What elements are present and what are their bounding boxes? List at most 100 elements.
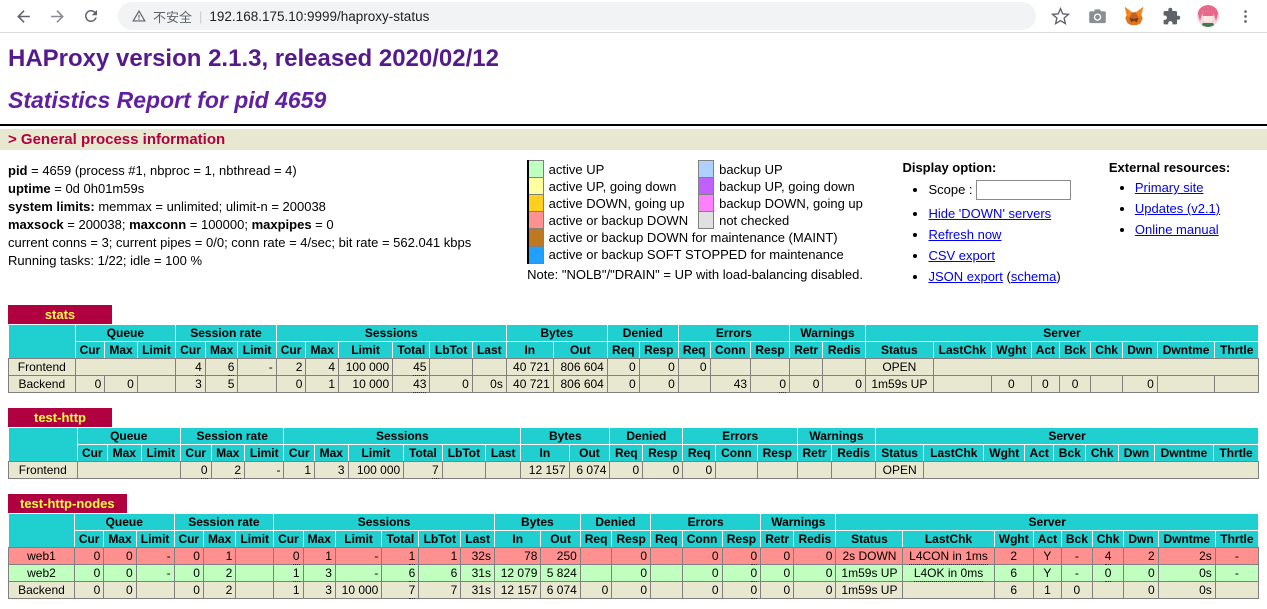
process-info-line: Running tasks: 1/22; idle = 100 %	[8, 252, 527, 270]
table-cell: 4	[306, 359, 339, 376]
table-cell: 0	[790, 376, 823, 393]
external-resource-link[interactable]: Primary site	[1135, 180, 1204, 195]
table-cell: 7	[404, 462, 442, 479]
table-cell: 2	[211, 462, 245, 479]
table-cell: 0	[610, 462, 643, 479]
column-header: Chk	[1092, 531, 1124, 548]
column-header: Out	[569, 445, 610, 462]
display-option-link[interactable]: CSV export	[928, 248, 994, 263]
scope-input[interactable]	[976, 180, 1071, 200]
proxy-name-link[interactable]: stats	[8, 305, 112, 324]
screenshot-camera-icon[interactable]	[1085, 4, 1109, 28]
table-cell: -	[335, 565, 381, 582]
column-header: Limit	[141, 445, 180, 462]
legend-label: not checked	[714, 212, 873, 229]
column-group-header: Errors	[651, 514, 761, 531]
table-cell: 1	[274, 565, 303, 582]
table-cell	[790, 359, 823, 376]
table-cell	[472, 359, 506, 376]
table-cell	[710, 359, 750, 376]
table-cell: L4OK in 0ms	[903, 565, 994, 582]
column-group-header: Denied	[610, 428, 683, 445]
table-cell: 2	[203, 582, 235, 599]
table-cell	[77, 462, 180, 479]
column-header: Limit	[137, 342, 175, 359]
table-cell: 0	[1124, 565, 1158, 582]
process-info-line: pid = 4659 (process #1, nbproc = 1, nbth…	[8, 162, 527, 180]
column-header: Dwntme	[1154, 445, 1213, 462]
table-cell: 0	[1031, 376, 1059, 393]
proxy-name-link[interactable]: test-http	[8, 408, 112, 427]
process-info-line: maxsock = 200038; maxconn = 100000; maxp…	[8, 216, 527, 234]
table-cell: 4	[1092, 548, 1124, 565]
table-cell: 6 074	[541, 582, 580, 599]
column-header: Thrtle	[1215, 531, 1258, 548]
not-secure-warning-icon[interactable]	[132, 9, 146, 23]
external-resource-link[interactable]: Online manual	[1135, 222, 1219, 237]
table-cell: 6 074	[569, 462, 610, 479]
column-header: Resp	[612, 531, 651, 548]
table-cell: 4	[176, 359, 206, 376]
extensions-puzzle-icon[interactable]	[1159, 4, 1183, 28]
table-cell: 3	[315, 462, 349, 479]
url-separator: |	[199, 9, 202, 24]
table-cell: 7	[382, 582, 419, 599]
column-header: Limit	[348, 445, 404, 462]
process-info-segment: Running tasks: 1/22; idle = 100 %	[8, 253, 202, 268]
display-option-item: CSV export	[928, 248, 1108, 263]
tooltip-value: 4	[1105, 549, 1112, 565]
haproxy-version-link[interactable]: HAProxy version 2.1.3, released 2020/02/…	[8, 45, 499, 72]
table-cell	[678, 376, 710, 393]
column-header: Max	[203, 531, 235, 548]
display-option-link[interactable]: Hide 'DOWN' servers	[928, 206, 1051, 221]
row-label: web2	[9, 565, 75, 582]
haproxy-stats-page: HAProxy version 2.1.3, released 2020/02/…	[0, 45, 1267, 609]
profile-avatar[interactable]	[1196, 4, 1220, 28]
browser-menu-icon[interactable]	[1233, 4, 1257, 28]
tooltip-value: 0	[751, 583, 758, 599]
tooltip-value: 6	[228, 360, 235, 376]
table-cell: 43	[710, 376, 750, 393]
table-cell: -	[1061, 548, 1092, 565]
display-option-link[interactable]: schema	[1011, 269, 1057, 284]
back-button[interactable]	[8, 2, 38, 30]
table-cell: 250	[541, 548, 580, 565]
table-cell: 0	[722, 582, 761, 599]
table-cell	[236, 548, 274, 565]
proxy-name-link[interactable]: test-http-nodes	[8, 494, 127, 513]
forward-button[interactable]	[42, 2, 72, 30]
reload-icon	[82, 7, 100, 25]
metamask-fox-icon[interactable]	[1122, 4, 1146, 28]
display-option-link[interactable]: Refresh now	[928, 227, 1001, 242]
corner-header	[9, 514, 75, 548]
legend-label: backup DOWN, going up	[714, 195, 873, 212]
tooltip-value: 45	[413, 360, 426, 376]
table-cell: 78	[494, 548, 540, 565]
column-group-header: Bytes	[506, 325, 607, 342]
external-resource-link[interactable]: Updates (v2.1)	[1135, 201, 1220, 216]
table-cell: 2	[276, 359, 306, 376]
column-header: Status	[836, 531, 903, 548]
display-option-link[interactable]: JSON export	[928, 269, 1002, 284]
column-header: Act	[1031, 342, 1059, 359]
display-option-text: )	[1056, 269, 1060, 284]
column-header: Bck	[1061, 531, 1092, 548]
table-cell: 6	[205, 359, 238, 376]
column-header: Redis	[823, 342, 866, 359]
column-header: Req	[607, 342, 639, 359]
table-cell: 7	[419, 582, 461, 599]
bookmark-star-icon[interactable]	[1048, 4, 1072, 28]
stats-table: QueueSession rateSessionsBytesDeniedErro…	[8, 324, 1259, 393]
tooltip-value: 0	[779, 377, 786, 393]
table-cell: 0	[639, 376, 678, 393]
column-header: Redis	[794, 531, 836, 548]
table-cell: 0	[794, 582, 836, 599]
table-cell: -	[245, 462, 284, 479]
column-header: Limit	[236, 531, 274, 548]
table-cell: 0	[683, 462, 716, 479]
url-bar[interactable]: 不安全 | 192.168.175.10:9999/haproxy-status	[118, 2, 1036, 30]
table-cell	[933, 376, 991, 393]
column-header: Status	[876, 445, 924, 462]
security-label: 不安全	[153, 7, 192, 26]
reload-button[interactable]	[76, 2, 106, 30]
